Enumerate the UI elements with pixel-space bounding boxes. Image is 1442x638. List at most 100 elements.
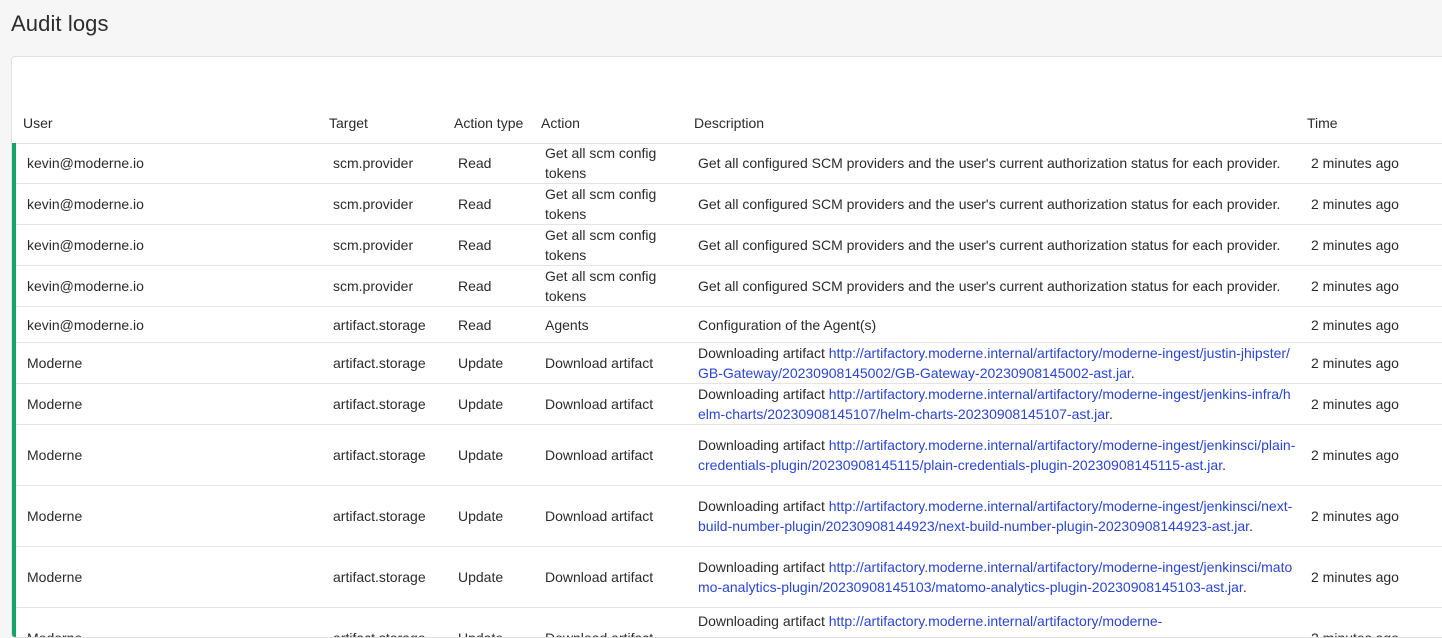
row-accent-bar <box>12 608 16 637</box>
action-cell: Download artifact <box>545 396 654 412</box>
table-row[interactable]: Moderne artifact.storage Update Download… <box>12 608 1442 637</box>
row-accent-bar <box>12 307 16 343</box>
action-cell: Get all scm config tokens <box>545 227 657 263</box>
column-header-action[interactable]: Action <box>541 109 580 143</box>
description-text: Downloading artifact <box>698 613 829 629</box>
audit-log-table: User Target Action type Action Descripti… <box>11 56 1442 638</box>
table-row[interactable]: Moderne artifact.storage Update Download… <box>12 425 1442 486</box>
table-row[interactable]: kevin@moderne.io scm.provider Read Get a… <box>12 143 1442 184</box>
user-cell: Moderne <box>27 396 83 412</box>
user-cell: Moderne <box>27 508 83 524</box>
table-row[interactable]: Moderne artifact.storage Update Download… <box>12 343 1442 384</box>
description-text: Downloading artifact <box>698 498 829 514</box>
table-row[interactable]: Moderne artifact.storage Update Download… <box>12 384 1442 425</box>
user-cell: Moderne <box>27 569 83 585</box>
description-cell: Downloading artifact http://artifactory.… <box>698 384 1298 424</box>
user-cell: Moderne <box>27 355 83 371</box>
action-type-cell: Update <box>458 355 504 371</box>
time-cell: 2 minutes ago <box>1311 316 1399 333</box>
table-row[interactable]: kevin@moderne.io scm.provider Read Get a… <box>12 266 1442 307</box>
row-accent-bar <box>12 486 16 547</box>
description-suffix: . <box>1249 518 1253 534</box>
action-cell: Get all scm config tokens <box>545 145 657 181</box>
time-cell: 2 minutes ago <box>1311 278 1399 294</box>
description-cell: Downloading artifact http://artifactory.… <box>698 343 1298 383</box>
action-cell: Download artifact <box>545 447 654 463</box>
time-cell: 2 minutes ago <box>1311 508 1399 524</box>
time-cell: 2 minutes ago <box>1311 355 1399 371</box>
user-cell: Moderne <box>27 447 83 463</box>
action-type-cell: Read <box>458 316 492 333</box>
action-cell: Download artifact <box>545 569 654 585</box>
action-type-cell: Update <box>458 508 504 524</box>
description-suffix: . <box>1108 406 1113 422</box>
action-type-cell: Update <box>458 569 504 585</box>
action-cell: Get all scm config tokens <box>545 186 657 222</box>
action-type-cell: Update <box>458 447 504 463</box>
time-cell: 2 minutes ago <box>1311 237 1399 253</box>
target-cell: scm.provider <box>333 278 414 294</box>
description-cell: Downloading artifact http://artifactory.… <box>698 435 1298 475</box>
page-title: Audit logs <box>11 11 109 36</box>
description-text: Get all configured SCM providers and the… <box>698 278 1281 294</box>
description-text: Downloading artifact <box>698 386 829 402</box>
action-type-cell: Read <box>458 196 492 212</box>
target-cell: artifact.storage <box>333 569 426 585</box>
artifact-link[interactable]: http://artifactory.moderne.internal/arti… <box>829 613 1163 629</box>
description-text: Downloading artifact <box>698 437 829 453</box>
action-type-cell: Read <box>458 237 492 253</box>
description-cell: Get all configured SCM providers and the… <box>698 276 1280 296</box>
table-header: User Target Action type Action Descripti… <box>12 109 1442 144</box>
column-header-time[interactable]: Time <box>1307 109 1338 143</box>
action-type-cell: Read <box>458 155 492 171</box>
description-suffix: . <box>1130 365 1135 381</box>
column-header-user[interactable]: User <box>23 109 53 143</box>
target-cell: scm.provider <box>333 196 414 212</box>
target-cell: artifact.storage <box>333 396 426 412</box>
description-text: Get all configured SCM providers and the… <box>698 155 1281 171</box>
column-header-target[interactable]: Target <box>329 109 368 143</box>
row-accent-bar <box>12 547 16 608</box>
target-cell: artifact.storage <box>333 316 426 333</box>
description-cell: Get all configured SCM providers and the… <box>698 194 1280 214</box>
table-row[interactable]: Moderne artifact.storage Update Download… <box>12 547 1442 608</box>
row-accent-bar <box>12 343 16 384</box>
table-row[interactable]: kevin@moderne.io scm.provider Read Get a… <box>12 225 1442 266</box>
column-header-description[interactable]: Description <box>694 109 764 143</box>
row-accent-bar <box>12 384 16 425</box>
description-cell: Get all configured SCM providers and the… <box>698 153 1280 173</box>
user-cell: kevin@moderne.io <box>27 196 144 212</box>
description-text: Get all configured SCM providers and the… <box>698 237 1281 253</box>
description-cell: Downloading artifact http://artifactory.… <box>698 557 1298 597</box>
description-cell: Downloading artifact http://artifactory.… <box>698 611 1162 631</box>
table-body: kevin@moderne.io scm.provider Read Get a… <box>12 143 1442 637</box>
description-text: Downloading artifact <box>698 345 829 361</box>
action-cell: Agents <box>545 316 589 333</box>
time-cell: 2 minutes ago <box>1311 196 1399 212</box>
action-cell: Download artifact <box>545 355 654 371</box>
target-cell: artifact.storage <box>333 447 426 463</box>
table-row[interactable]: kevin@moderne.io scm.provider Read Get a… <box>12 184 1442 225</box>
user-cell: kevin@moderne.io <box>27 237 144 253</box>
row-accent-bar <box>12 425 16 486</box>
description-cell: Configuration of the Agent(s) <box>698 315 876 335</box>
target-cell: scm.provider <box>333 155 414 171</box>
column-header-action-type[interactable]: Action type <box>454 109 523 143</box>
action-cell: Get all scm config tokens <box>545 268 657 304</box>
target-cell: scm.provider <box>333 237 414 253</box>
row-accent-bar <box>12 266 16 307</box>
description-cell: Downloading artifact http://artifactory.… <box>698 496 1298 536</box>
row-accent-bar <box>12 143 16 184</box>
table-row[interactable]: Moderne artifact.storage Update Download… <box>12 486 1442 547</box>
table-row[interactable]: kevin@moderne.io artifact.storage Read A… <box>12 307 1442 343</box>
description-suffix: . <box>1222 457 1226 473</box>
action-cell: Download artifact <box>545 508 654 524</box>
row-accent-bar <box>12 184 16 225</box>
description-text: Get all configured SCM providers and the… <box>698 196 1281 212</box>
row-accent-bar <box>12 225 16 266</box>
target-cell: artifact.storage <box>333 355 426 371</box>
action-type-cell: Update <box>458 396 504 412</box>
description-text: Downloading artifact <box>698 559 829 575</box>
time-cell: 2 minutes ago <box>1311 155 1399 171</box>
user-cell: kevin@moderne.io <box>27 278 144 294</box>
